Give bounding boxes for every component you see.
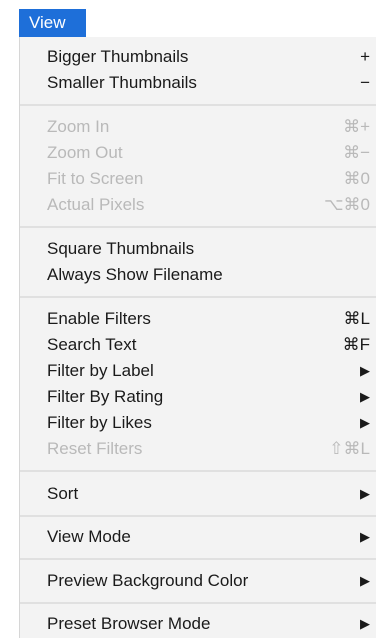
menu-separator (20, 558, 376, 560)
menu-item-shortcut: ⌘− (343, 143, 370, 162)
menu-item-zoom-out: Zoom Out ⌘− (47, 140, 376, 166)
menu-item-filter-by-likes[interactable]: Filter by Likes ▶ (47, 410, 376, 436)
view-menu-title[interactable]: View (19, 9, 86, 37)
menu-item-always-show-filename[interactable]: Always Show Filename (47, 262, 376, 288)
submenu-arrow-icon: ▶ (360, 616, 370, 631)
menu-item-shortcut: + (360, 47, 370, 66)
menu-item-label: Filter By Rating (47, 387, 164, 406)
menu-separator (20, 226, 376, 228)
menu-item-reset-filters: Reset Filters ⇧⌘L (47, 436, 376, 462)
menu-item-label: Fit to Screen (47, 169, 144, 188)
submenu-arrow-icon: ▶ (360, 415, 370, 430)
menu-item-fit-to-screen: Fit to Screen ⌘0 (47, 166, 376, 192)
submenu-arrow-icon: ▶ (360, 363, 370, 378)
menu-item-label: Filter by Label (47, 361, 154, 380)
menu-separator (20, 296, 376, 298)
menu-separator (20, 602, 376, 604)
menu-item-label: Sort (47, 484, 79, 503)
menu-item-view-mode[interactable]: View Mode ▶ (47, 524, 376, 550)
menu-item-preset-browser-mode[interactable]: Preset Browser Mode ▶ (47, 611, 376, 637)
menu-item-label: Reset Filters (47, 439, 143, 458)
menu-item-filter-by-label[interactable]: Filter by Label ▶ (47, 358, 376, 384)
menu-item-enable-filters[interactable]: Enable Filters ⌘L (47, 306, 376, 332)
menu-separator (20, 515, 376, 517)
menu-item-label: Square Thumbnails (47, 239, 195, 258)
submenu-arrow-icon: ▶ (360, 529, 370, 544)
menu-item-label: Bigger Thumbnails (47, 47, 189, 66)
menu-item-label: Enable Filters (47, 309, 151, 328)
submenu-arrow-icon: ▶ (360, 389, 370, 404)
menu-separator (20, 104, 376, 106)
menu-item-label: Preset Browser Mode (47, 614, 211, 633)
menu-item-label: View Mode (47, 527, 131, 546)
view-menu-dropdown: Bigger Thumbnails + Smaller Thumbnails −… (19, 37, 376, 638)
menu-item-label: Actual Pixels (47, 195, 145, 214)
menu-item-square-thumbnails[interactable]: Square Thumbnails (47, 236, 376, 262)
menu-item-smaller-thumbnails[interactable]: Smaller Thumbnails − (47, 70, 376, 96)
menu-item-shortcut: ⌘L (343, 309, 370, 328)
menu-item-zoom-in: Zoom In ⌘+ (47, 114, 376, 140)
menu-item-shortcut: − (360, 73, 370, 92)
menu-item-label: Filter by Likes (47, 413, 152, 432)
menu-item-shortcut: ⌘+ (343, 117, 370, 136)
submenu-arrow-icon: ▶ (360, 486, 370, 501)
menu-item-label: Zoom Out (47, 143, 123, 162)
menu-item-label: Always Show Filename (47, 265, 223, 284)
menu-item-bigger-thumbnails[interactable]: Bigger Thumbnails + (47, 44, 376, 70)
menu-item-label: Zoom In (47, 117, 110, 136)
menu-item-search-text[interactable]: Search Text ⌘F (47, 332, 376, 358)
menu-item-actual-pixels: Actual Pixels ⌥⌘0 (47, 192, 376, 218)
menu-item-label: Search Text (47, 335, 137, 354)
menu-item-shortcut: ⌘F (342, 335, 370, 354)
menu-item-label: Smaller Thumbnails (47, 73, 197, 92)
menu-separator (20, 470, 376, 472)
menu-item-sort[interactable]: Sort ▶ (47, 481, 376, 507)
submenu-arrow-icon: ▶ (360, 573, 370, 588)
menu-item-shortcut: ⌘0 (343, 169, 370, 188)
menu-item-shortcut: ⇧⌘L (329, 439, 370, 458)
menu-item-preview-background-color[interactable]: Preview Background Color ▶ (47, 568, 376, 594)
menu-item-label: Preview Background Color (47, 571, 249, 590)
menu-item-shortcut: ⌥⌘0 (323, 195, 370, 214)
menu-item-filter-by-rating[interactable]: Filter By Rating ▶ (47, 384, 376, 410)
